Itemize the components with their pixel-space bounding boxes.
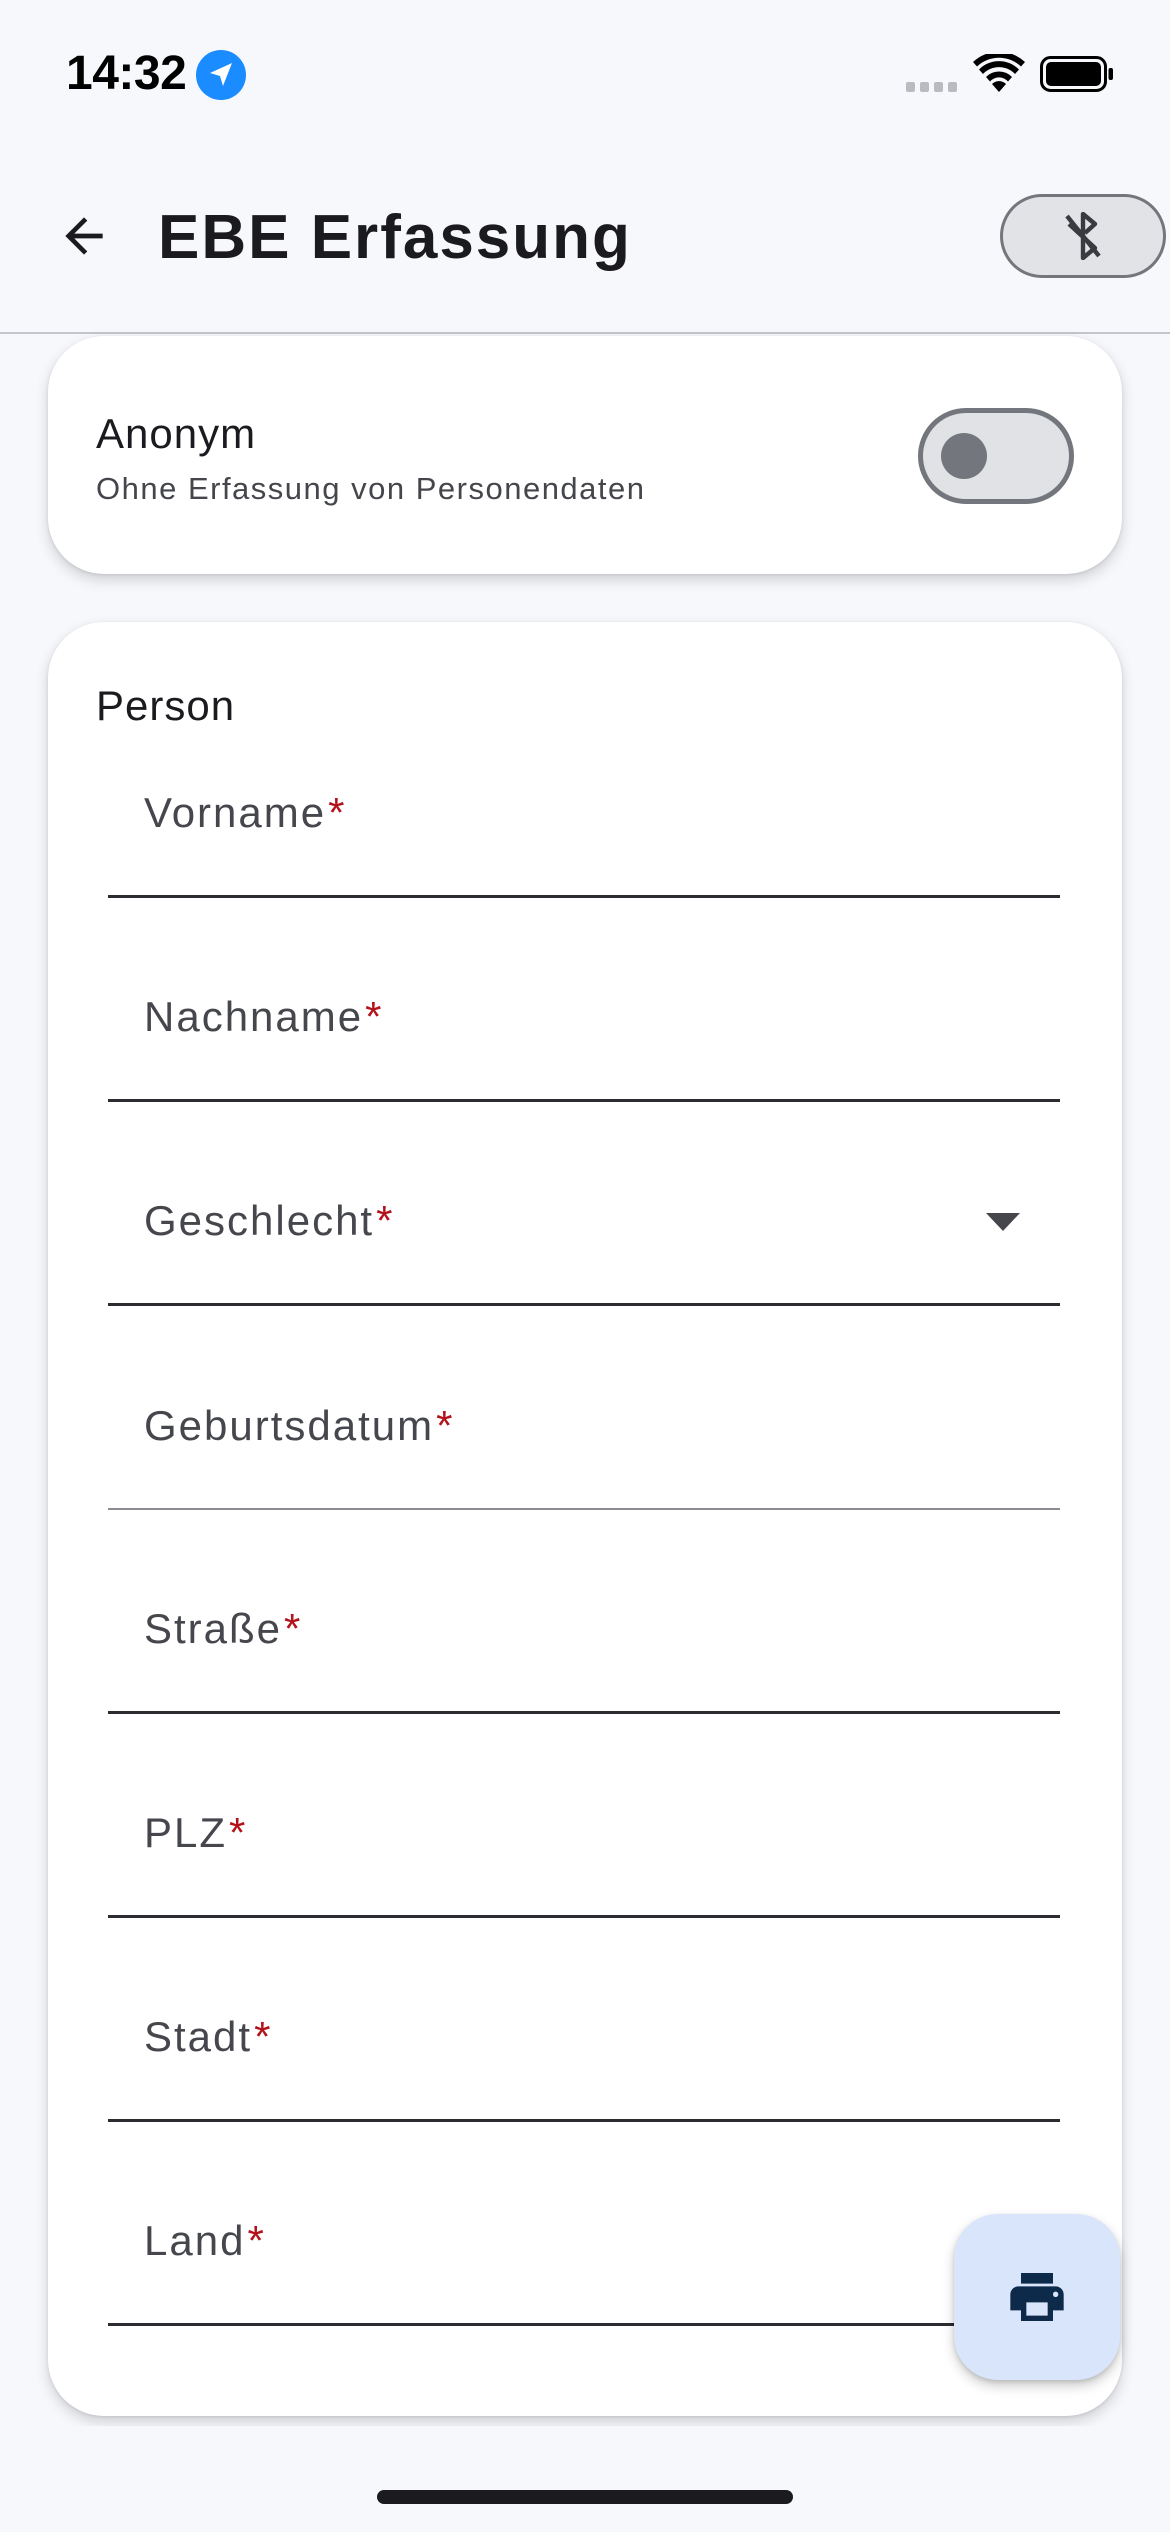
stadt-field[interactable]: Stadt* — [108, 1942, 1060, 2122]
person-card: Person Vorname* Nachname* Geschlecht* Ge… — [48, 622, 1122, 2416]
anonym-title: Anonym — [96, 410, 257, 457]
field-label: Straße* — [144, 1605, 303, 1652]
strasse-field[interactable]: Straße* — [108, 1534, 1060, 1714]
required-mark: * — [254, 2013, 273, 2060]
anonym-card: Anonym Ohne Erfassung von Personendaten — [48, 336, 1122, 574]
home-indicator[interactable] — [377, 2490, 793, 2504]
plz-field[interactable]: PLZ* — [108, 1738, 1060, 1918]
bluetooth-disabled-icon — [1065, 212, 1101, 260]
status-bar: 14:32 — [0, 0, 1170, 140]
nachname-field[interactable]: Nachname* — [108, 922, 1060, 1102]
wifi-icon — [973, 54, 1025, 92]
field-label: Geschlecht* — [144, 1197, 395, 1244]
battery-icon — [1040, 56, 1113, 92]
anonym-subtitle: Ohne Erfassung von Personendaten — [96, 471, 646, 506]
anonym-toggle[interactable] — [918, 408, 1074, 504]
cellular-signal-icon — [906, 82, 957, 92]
required-mark: * — [436, 1402, 455, 1449]
field-label: Vorname* — [144, 789, 347, 836]
arrow-left-icon — [65, 217, 103, 255]
field-label: Stadt* — [144, 2013, 273, 2060]
toggle-knob — [941, 433, 987, 479]
required-mark: * — [376, 1197, 395, 1244]
bluetooth-button[interactable] — [1000, 194, 1166, 278]
field-label: Land* — [144, 2217, 266, 2264]
print-icon — [1010, 2273, 1064, 2321]
app-bar: EBE Erfassung — [0, 140, 1170, 334]
dropdown-arrow-icon — [986, 1213, 1020, 1231]
status-time: 14:32 — [66, 47, 187, 100]
land-field[interactable]: Land* — [108, 2146, 1060, 2326]
field-label: Geburtsdatum* — [144, 1402, 455, 1449]
page-title: EBE Erfassung — [158, 203, 632, 272]
geburtsdatum-field[interactable]: Geburtsdatum* — [108, 1330, 1060, 1510]
geschlecht-dropdown[interactable]: Geschlecht* — [108, 1126, 1060, 1306]
field-label: Nachname* — [144, 993, 384, 1040]
required-mark: * — [328, 789, 347, 836]
back-button[interactable] — [44, 196, 124, 276]
required-mark: * — [365, 993, 384, 1040]
required-mark: * — [247, 2217, 266, 2264]
bottom-area — [0, 2426, 1170, 2532]
print-button[interactable] — [954, 2214, 1120, 2380]
required-mark: * — [284, 1605, 303, 1652]
required-mark: * — [229, 1809, 248, 1856]
location-arrow-icon — [196, 50, 246, 100]
field-label: PLZ* — [144, 1809, 248, 1856]
vorname-field[interactable]: Vorname* — [108, 718, 1060, 898]
